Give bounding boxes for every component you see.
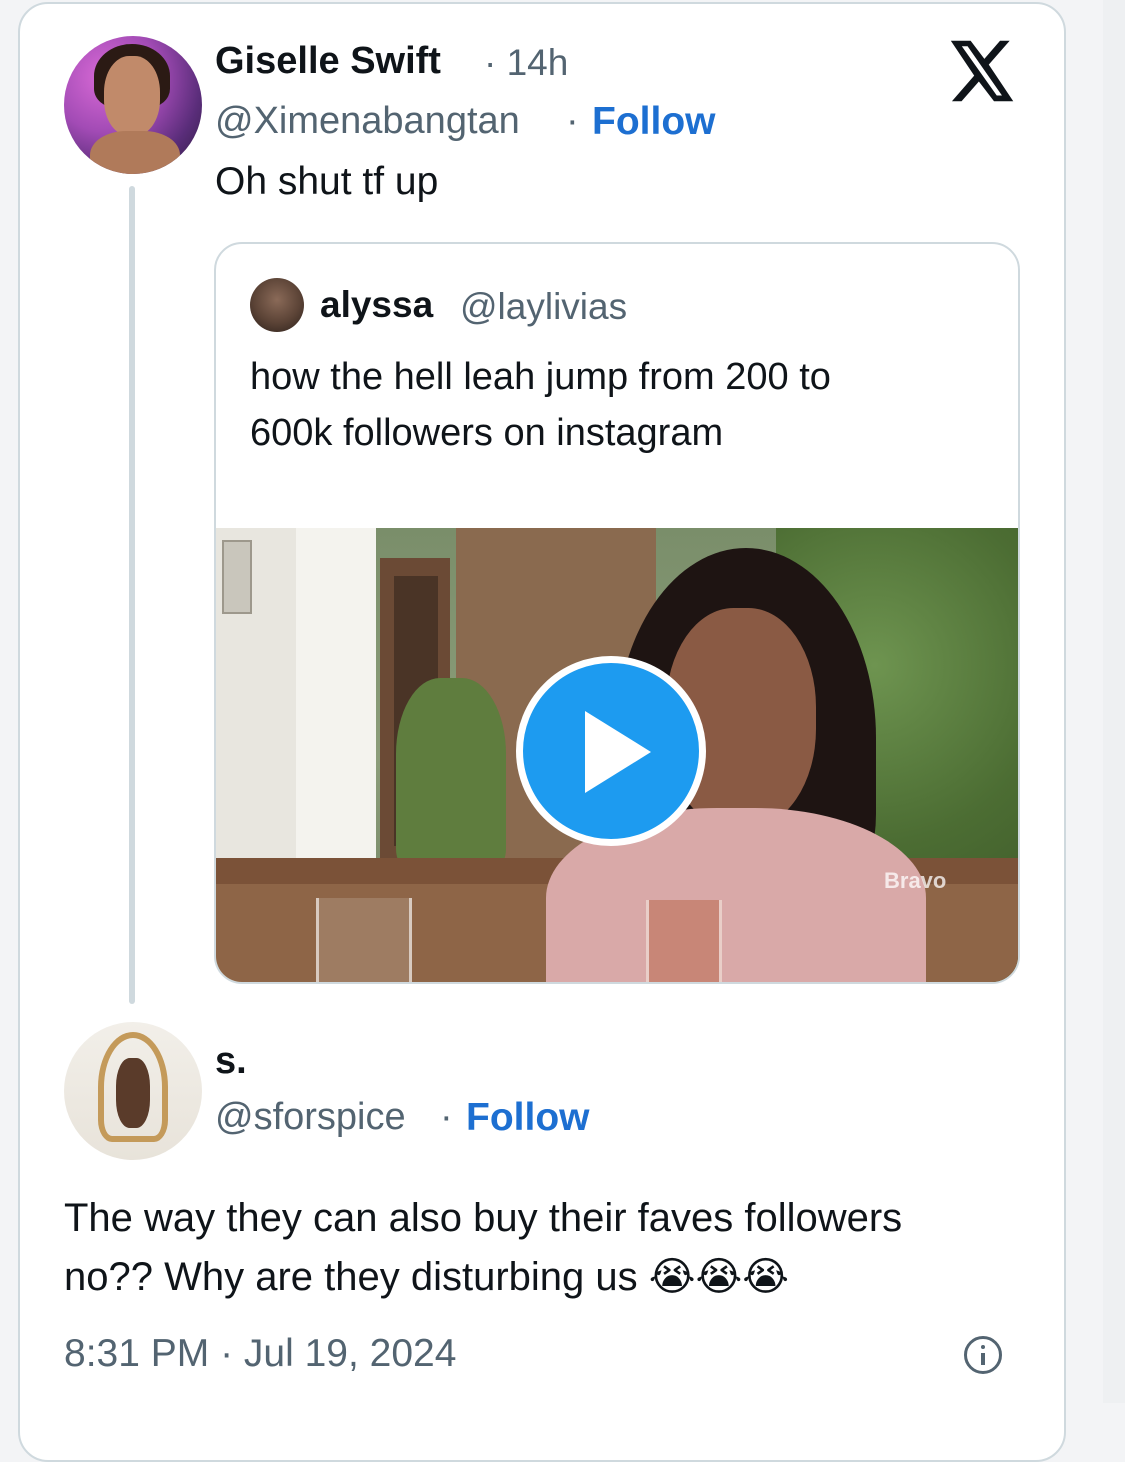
quoted-tweet[interactable]: alyssa @laylivias how the hell leah jump… [214,242,1020,984]
video-thumbnail[interactable]: Bravo [216,528,1018,982]
x-logo-icon[interactable] [950,40,1016,102]
quoted-author-handle[interactable]: @laylivias [460,286,627,328]
author-name[interactable]: Giselle Swift [215,40,441,83]
info-icon[interactable] [964,1336,1002,1374]
reply-author-name[interactable]: s. [215,1040,247,1083]
author-avatar[interactable] [64,36,202,174]
reply-text-line-1: The way they can also buy their faves fo… [64,1196,903,1240]
tweet-text: Oh shut tf up [215,160,439,203]
quoted-author-avatar[interactable] [250,278,304,332]
thread-connector-line [129,186,135,1004]
tweet-timestamp[interactable]: 8:31 PM · Jul 19, 2024 [64,1332,456,1376]
play-icon [585,711,651,793]
reply-author-handle[interactable]: @sforspice [215,1096,406,1139]
handle-separator: · [566,100,579,142]
bravo-watermark: Bravo [884,868,947,893]
follow-button[interactable]: Follow [592,100,715,144]
play-button[interactable] [516,656,706,846]
page-edge [1103,0,1125,1403]
quoted-author-name[interactable]: alyssa [320,284,433,326]
author-handle[interactable]: @Ximenabangtan [215,100,520,143]
reply-follow-button[interactable]: Follow [466,1096,589,1140]
reply-handle-separator: · [440,1096,453,1138]
crying-emoji: 😭😭😭 [648,1255,789,1299]
reply-text-line-2: no?? Why are they disturbing us [64,1255,638,1299]
quoted-text-line-1: how the hell leah jump from 200 to [250,356,831,398]
reply-author-avatar[interactable] [64,1022,202,1160]
tweet-relative-time[interactable]: · 14h [484,42,568,84]
quoted-text-line-2: 600k followers on instagram [250,412,724,454]
